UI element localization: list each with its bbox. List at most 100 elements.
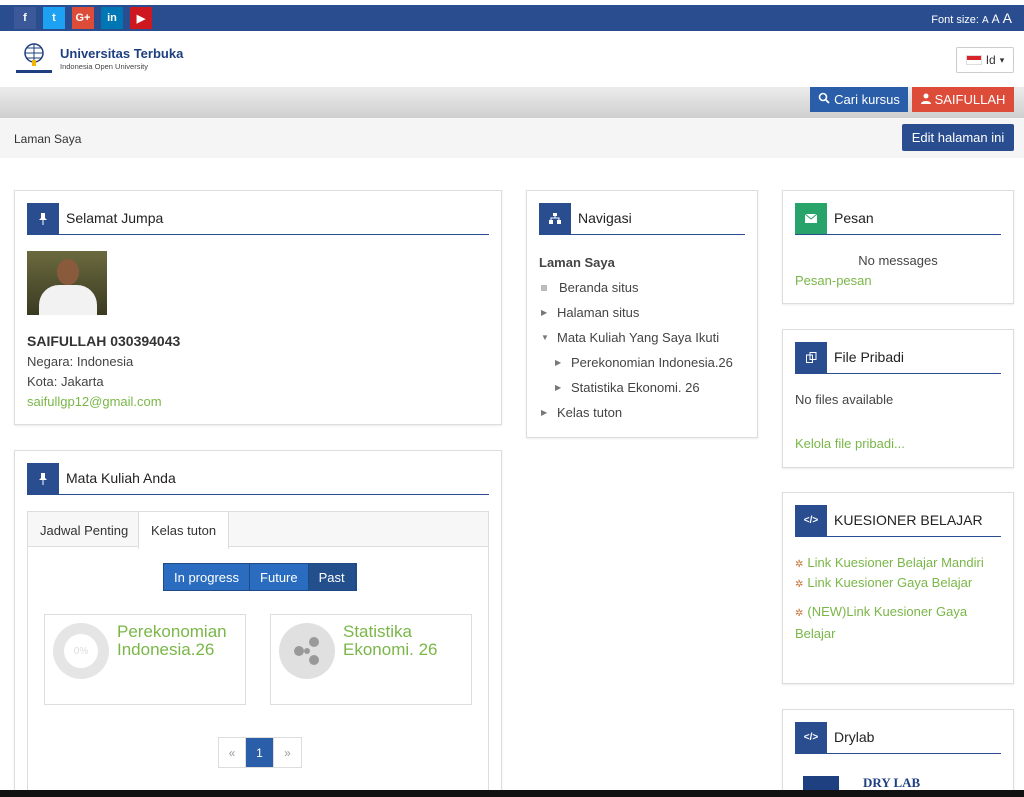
filter-future[interactable]: Future (250, 564, 309, 590)
sitemap-icon (539, 203, 571, 234)
envelope-icon (795, 203, 827, 234)
private-files-title: File Pribadi (834, 349, 905, 365)
user-avatar[interactable] (27, 251, 107, 315)
nav-item-beranda[interactable]: Beranda situs (541, 280, 639, 295)
user-icon (920, 92, 931, 107)
university-logo[interactable] (14, 42, 54, 79)
drylab-block: </> Drylab DRY LAB (782, 709, 1014, 797)
breadcrumb-bar: Laman Saya (0, 118, 1024, 158)
manage-files-link[interactable]: Kelola file pribadi... (795, 436, 905, 451)
questionnaire-header: </> KUESIONER BELAJAR (795, 505, 1001, 537)
messages-header: Pesan (795, 203, 1001, 235)
pin-icon (27, 203, 59, 234)
navigation-header: Navigasi (539, 203, 745, 235)
caret-right-icon: ▶ (541, 408, 548, 417)
pager-prev[interactable]: « (219, 738, 246, 767)
user-country: Negara: Indonesia (27, 354, 134, 369)
facebook-icon[interactable]: f (14, 7, 36, 29)
course-name[interactable]: Statistika Ekonomi. 26 (343, 623, 463, 659)
font-size-large[interactable]: A (1003, 10, 1012, 26)
filter-in-progress[interactable]: In progress (164, 564, 251, 590)
course-filter-group: In progress Future Past (163, 563, 357, 591)
code-icon: </> (795, 722, 827, 753)
caret-down-icon: ▼ (541, 333, 549, 342)
font-size-control: Font size: A A A (931, 10, 1012, 26)
caret-right-icon: ▶ (541, 308, 548, 317)
font-size-small[interactable]: A (982, 15, 989, 26)
my-courses-block: Mata Kuliah Anda Jadwal Penting Kelas tu… (14, 450, 502, 797)
taskbar (0, 790, 1024, 797)
linkedin-icon[interactable]: in (101, 7, 123, 29)
private-files-block: File Pribadi No files available Kelola f… (782, 329, 1014, 468)
youtube-icon[interactable]: ▶ (130, 7, 152, 29)
no-messages-text: No messages (858, 253, 938, 268)
user-email-link[interactable]: saifullgp12@gmail.com (27, 394, 162, 409)
gear-icon: ✲ (795, 579, 804, 590)
nav-item-halaman-situs[interactable]: ▶ Halaman situs (541, 305, 639, 320)
progress-ring: 0% (53, 623, 109, 679)
caret-right-icon: ▶ (555, 358, 562, 367)
logo-subtitle: Indonesia Open University (60, 62, 148, 71)
site-header: Universitas Terbuka Indonesia Open Unive… (0, 31, 1024, 87)
breadcrumb[interactable]: Laman Saya (14, 132, 81, 146)
nav-root[interactable]: Laman Saya (539, 255, 615, 270)
questionnaire-link[interactable]: ✲ Link Kuesioner Gaya Belajar (795, 573, 972, 595)
user-city: Kota: Jakarta (27, 374, 104, 389)
bullet-icon (541, 284, 547, 291)
user-menu-button[interactable]: SAIFULLAH (912, 87, 1014, 112)
pager-next[interactable]: » (274, 738, 301, 767)
welcome-block: Selamat Jumpa SAIFULLAH 030394043 Negara… (14, 190, 502, 425)
course-card[interactable]: Statistika Ekonomi. 26 (270, 614, 472, 705)
my-courses-title: Mata Kuliah Anda (66, 470, 176, 486)
user-fullname: SAIFULLAH 030394043 (27, 333, 181, 349)
messages-link[interactable]: Pesan-pesan (795, 273, 872, 288)
ut-logo-icon (16, 43, 52, 73)
pager-page[interactable]: 1 (246, 738, 274, 767)
twitter-icon[interactable]: t (43, 7, 65, 29)
googleplus-icon[interactable]: G+ (72, 7, 94, 29)
nav-item-mata-kuliah[interactable]: ▼ Mata Kuliah Yang Saya Ikuti (541, 330, 719, 345)
messages-block: Pesan No messages Pesan-pesan (782, 190, 1014, 304)
navigation-block: Navigasi Laman Saya Beranda situs ▶ Hala… (526, 190, 758, 438)
messages-title: Pesan (834, 210, 874, 226)
private-files-header: File Pribadi (795, 342, 1001, 374)
gear-icon: ✲ (795, 559, 804, 570)
language-label: Id (985, 53, 996, 67)
course-pagination: « 1 » (218, 737, 302, 768)
course-name[interactable]: Perekonomian Indonesia.26 (117, 623, 237, 659)
font-size-label: Font size: (931, 14, 979, 26)
questionnaire-block: </> KUESIONER BELAJAR ✲ Link Kuesioner Be… (782, 492, 1014, 684)
drylab-banner-text: DRY LAB (863, 775, 921, 790)
search-courses-button[interactable]: Cari kursus (810, 87, 908, 112)
no-files-text: No files available (795, 392, 894, 407)
drylab-header: </> Drylab (795, 722, 1001, 754)
gear-icon: ✲ (795, 608, 804, 619)
nav-item-kelas-tuton[interactable]: ▶ Kelas tuton (541, 405, 622, 420)
questionnaire-link[interactable]: ✲ (NEW)Link Kuesioner Gaya Belajar (795, 602, 985, 644)
nav-item-statistika[interactable]: ▶ Statistika Ekonomi. 26 (555, 380, 700, 395)
welcome-block-header: Selamat Jumpa (27, 203, 489, 235)
copy-icon (795, 342, 827, 373)
drylab-title: Drylab (834, 729, 875, 745)
indonesia-flag-icon (965, 55, 982, 65)
logo-title: Universitas Terbuka (60, 46, 184, 61)
edit-page-button[interactable]: Edit halaman ini (902, 124, 1014, 151)
font-size-medium[interactable]: A (992, 12, 1000, 26)
questionnaire-link[interactable]: ✲ Link Kuesioner Belajar Mandiri (795, 553, 984, 575)
code-icon: </> (795, 505, 827, 536)
course-share-icon (279, 623, 335, 679)
questionnaire-title: KUESIONER BELAJAR (834, 512, 983, 528)
pin-icon (27, 463, 59, 494)
chevron-down-icon: ▾ (999, 54, 1005, 65)
top-bar: f t G+ in ▶ Font size: A A A (0, 5, 1024, 31)
language-selector[interactable]: Id ▾ (956, 47, 1014, 73)
tab-jadwal-penting[interactable]: Jadwal Penting (28, 512, 140, 548)
nav-item-perekonomian[interactable]: ▶ Perekonomian Indonesia.26 (555, 355, 733, 370)
tab-kelas-tuton[interactable]: Kelas tuton (138, 512, 230, 549)
course-tab-pane: In progress Future Past 0% Perekonomian … (27, 547, 489, 797)
caret-right-icon: ▶ (555, 383, 562, 392)
course-tabs: Jadwal Penting Kelas tuton (27, 511, 489, 549)
course-card[interactable]: 0% Perekonomian Indonesia.26 (44, 614, 246, 705)
progress-value: 0% (64, 634, 98, 668)
filter-past[interactable]: Past (308, 564, 356, 590)
